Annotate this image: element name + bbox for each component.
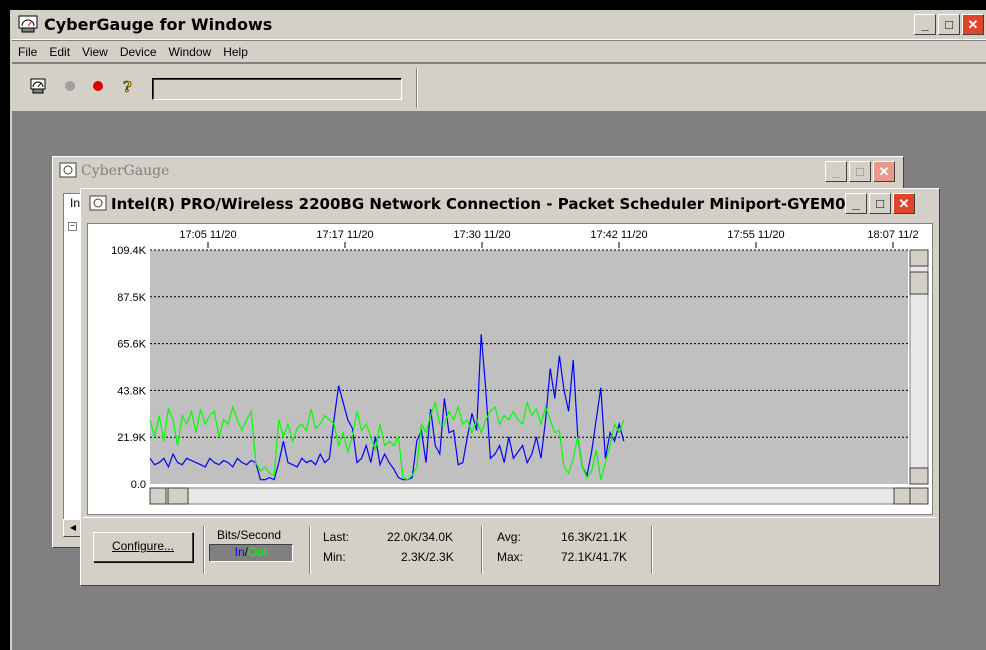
menu-help[interactable]: Help	[217, 41, 254, 59]
app-titlebar[interactable]: CyberGauge for Windows _ □ ✕	[12, 10, 986, 40]
close-button[interactable]: ✕	[873, 161, 895, 182]
horizontal-scroll-thumb	[167, 487, 189, 505]
toolbar: ?	[12, 64, 986, 112]
menu-device[interactable]: Device	[114, 41, 163, 59]
scroll-end-button	[909, 487, 929, 505]
vertical-scroll-thumb	[909, 271, 929, 295]
min-label: Min:	[323, 550, 346, 564]
connection-titlebar[interactable]: Intel(R) PRO/Wireless 2200BG Network Con…	[81, 189, 939, 219]
last-value: 22.0K/34.0K	[387, 530, 454, 544]
units-label: Bits/Second	[217, 528, 282, 542]
scroll-right-button	[893, 487, 911, 505]
scroll-left-button	[149, 487, 167, 505]
close-icon: ✕	[967, 17, 979, 32]
gauge-icon	[18, 15, 38, 33]
maximize-button[interactable]: □	[869, 193, 891, 214]
max-label: Max:	[497, 550, 524, 564]
menu-view[interactable]: View	[76, 41, 114, 59]
maximize-button[interactable]: □	[938, 14, 960, 35]
max-value: 72.1K/41.7K	[561, 550, 628, 564]
traffic-chart-svg: 109.4K 87.5K 65.6K 43.8K 21.9K 0.0 17:05 11/20…	[111, 229, 929, 505]
close-button[interactable]: ✕	[962, 14, 984, 35]
minimize-button[interactable]: _	[914, 14, 936, 35]
cybergauge-titlebar[interactable]: CyberGauge _ □ ✕	[53, 157, 903, 185]
horizontal-scrollbar	[149, 487, 911, 505]
out-legend: Out	[248, 545, 268, 559]
avg-value: 16.3K/21.1K	[561, 530, 628, 544]
in-legend: In	[234, 545, 245, 559]
toolbar-input[interactable]	[152, 78, 402, 100]
minimize-icon: _	[921, 17, 929, 32]
cybergauge-title: CyberGauge	[81, 163, 170, 179]
close-icon: ✕	[898, 196, 910, 211]
y-tick-label: 87.5K	[117, 292, 146, 304]
menu-edit[interactable]: Edit	[43, 41, 76, 59]
avg-label: Avg:	[497, 530, 521, 544]
y-tick-label: 109.4K	[111, 245, 147, 257]
maximize-icon: □	[856, 164, 864, 179]
min-value: 2.3K/2.3K	[401, 550, 454, 564]
scroll-up-button	[909, 249, 929, 267]
menubar: File Edit View Device Window Help	[12, 41, 986, 63]
configure-button[interactable]: Configure...	[93, 532, 193, 562]
minimize-icon: _	[832, 164, 840, 179]
connection-window: Intel(R) PRO/Wireless 2200BG Network Con…	[80, 188, 940, 586]
help-icon[interactable]: ?	[120, 78, 136, 94]
collapse-icon[interactable]: −	[68, 222, 77, 231]
toolbar-divider	[416, 68, 418, 108]
y-tick-label: 0.0	[131, 479, 146, 491]
scroll-down-button	[909, 467, 929, 485]
y-tick-label: 65.6K	[117, 339, 146, 351]
x-tick-label: 17:17 11/20	[316, 229, 373, 241]
menu-window[interactable]: Window	[163, 41, 218, 59]
y-tick-label: 43.8K	[117, 385, 146, 397]
maximize-icon: □	[876, 196, 884, 211]
minimize-icon: _	[852, 196, 860, 211]
document-icon	[89, 195, 107, 211]
status-divider	[203, 526, 205, 574]
menu-file[interactable]: File	[12, 41, 43, 59]
connection-title: Intel(R) PRO/Wireless 2200BG Network Con…	[111, 195, 874, 213]
app-title: CyberGauge for Windows	[44, 15, 273, 34]
close-icon: ✕	[878, 164, 890, 179]
last-label: Last:	[323, 530, 350, 544]
device-column-header: In	[70, 196, 81, 210]
document-icon	[59, 162, 77, 178]
status-divider	[651, 526, 653, 574]
record-icon[interactable]	[90, 78, 106, 94]
gauge-icon[interactable]	[30, 78, 46, 94]
configure-label: Configure...	[111, 539, 175, 553]
maximize-button[interactable]: □	[849, 161, 871, 182]
maximize-icon: □	[945, 17, 953, 32]
x-tick-label: 17:05 11/20	[179, 229, 236, 241]
svg-text:?: ?	[123, 78, 132, 94]
x-tick-label: 18:07 11/2	[867, 229, 918, 241]
y-tick-label: 21.9K	[117, 432, 146, 444]
minimize-button[interactable]: _	[825, 161, 847, 182]
traffic-chart: 109.4K 87.5K 65.6K 43.8K 21.9K 0.0 17:05 11/20…	[87, 223, 933, 515]
x-tick-label: 17:42 11/20	[590, 229, 647, 241]
close-button[interactable]: ✕	[893, 193, 915, 214]
minimize-button[interactable]: _	[845, 193, 867, 214]
status-panel: Configure... Bits/Second In/Out Last: 22…	[83, 517, 937, 583]
app-window: CyberGauge for Windows _ □ ✕ File Edit Vie…	[10, 10, 986, 650]
status-divider	[309, 526, 311, 574]
x-tick-label: 17:30 11/20	[453, 229, 510, 241]
status-divider	[481, 526, 483, 574]
x-tick-label: 17:55 11/20	[727, 229, 784, 241]
plot-area	[150, 250, 908, 484]
triangle-left-icon: ◀	[69, 523, 77, 532]
in-out-legend[interactable]: In/Out	[209, 544, 293, 562]
stop-icon[interactable]	[62, 78, 78, 94]
